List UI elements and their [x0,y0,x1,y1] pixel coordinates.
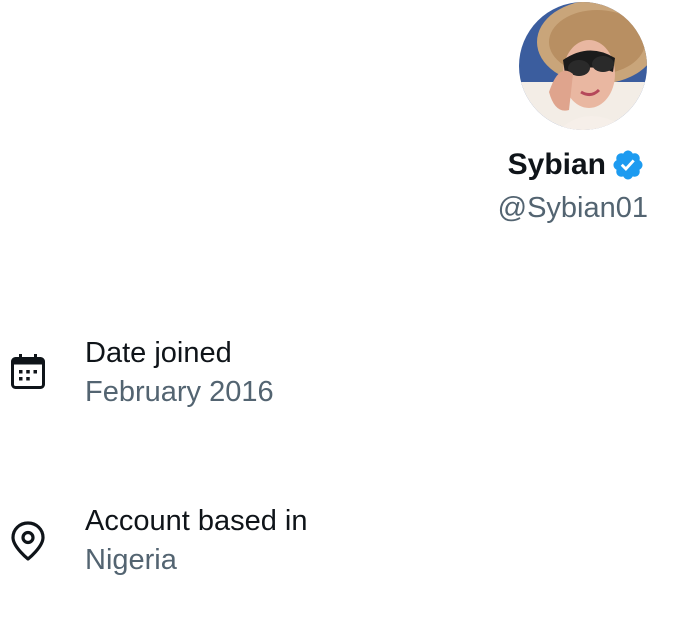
avatar[interactable] [519,2,647,130]
account-based-in-value: Nigeria [85,544,177,576]
date-joined-label: Date joined [85,337,232,369]
user-handle: @Sybian01 [497,192,648,224]
location-pin-icon [10,520,46,567]
account-based-in-label: Account based in [85,505,308,537]
date-joined-value: February 2016 [85,376,274,408]
calendar-icon [10,353,46,396]
display-name[interactable]: Sybian [508,147,606,183]
name-row: Sybian [508,147,645,183]
verified-badge-icon[interactable] [611,148,645,182]
